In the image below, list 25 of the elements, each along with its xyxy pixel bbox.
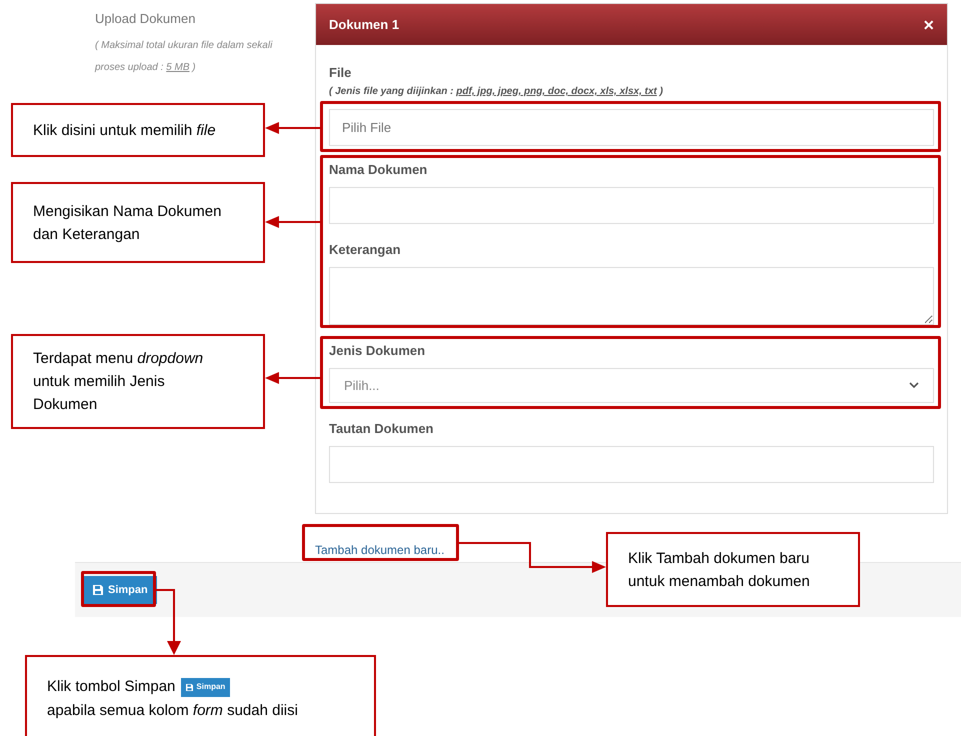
dropdown-select[interactable]: Pilih...: [329, 368, 934, 403]
field-label: Jenis Dokumen: [329, 343, 426, 359]
text-input[interactable]: [329, 187, 934, 224]
callout-text: apabila semua kolom form sudah diisi: [47, 701, 298, 721]
file-input[interactable]: Pilih File: [329, 109, 934, 146]
text-area[interactable]: [329, 267, 934, 325]
field-label: File: [329, 65, 352, 81]
callout-text: Mengisikan Nama Dokumen dan Keterangan: [33, 202, 222, 244]
close-button[interactable]: ×: [923, 16, 934, 34]
section-title: Upload Dokumen: [95, 10, 196, 28]
panel-title: Dokumen 1: [329, 16, 400, 34]
field-label: Keterangan: [329, 242, 401, 258]
upload-limit-note: ( Maksimal total ukuran file dalam sekali proses upload : 5 MB ): [95, 38, 274, 74]
callout-text: Terdapat menu dropdown untuk memilih Jenis Dokumen: [33, 349, 204, 415]
field-label: Nama Dokumen: [329, 162, 428, 178]
callout-text: Klik disini untuk memilih file: [33, 120, 216, 140]
callout-text: Klik Tambah dokumen baru untuk menambah dokumen: [628, 548, 811, 592]
text-input[interactable]: [329, 446, 934, 483]
callout-text: Klik tombol Simpan: [47, 677, 176, 697]
add-document-link[interactable]: Tambah dokumen baru..: [315, 543, 444, 557]
field-label: Tautan Dokumen: [329, 421, 434, 437]
save-button-sample: Simpan: [181, 678, 230, 696]
chevron-down-icon: [909, 382, 919, 389]
save-button[interactable]: Simpan: [84, 576, 157, 604]
file-type-hint: ( Jenis file yang diijinkan : pdf, jpg, jpeg, png, doc, docx, xls, xlsx, txt ): [329, 85, 663, 99]
